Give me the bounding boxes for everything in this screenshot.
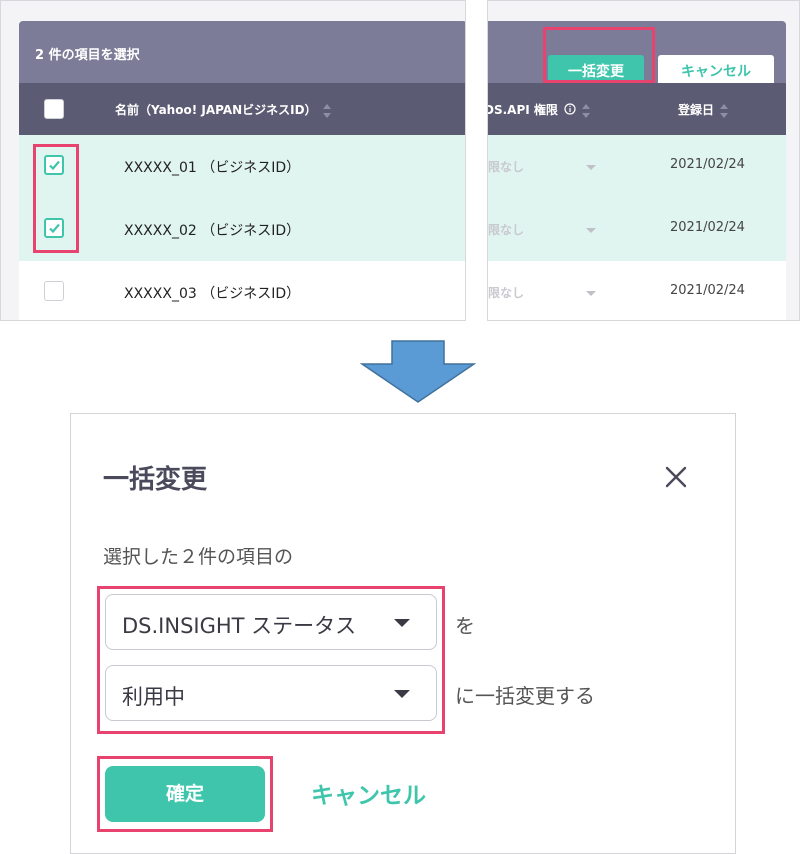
registered-date: 2021/02/24	[670, 283, 745, 298]
table-row[interactable]: 限なし 2021/02/24	[488, 135, 786, 198]
column-header-name[interactable]: 名前（Yahoo! JAPANビジネスID）	[115, 101, 331, 118]
table-row[interactable]: 限なし 2021/02/24	[488, 261, 786, 320]
permission-select[interactable]: 限なし	[488, 284, 524, 301]
table-row[interactable]: XXXXX_02 （ビジネスID）	[19, 198, 465, 261]
checkbox-highlight	[33, 144, 79, 253]
table-row[interactable]: XXXXX_01 （ビジネスID）	[19, 135, 465, 198]
close-icon[interactable]	[665, 466, 687, 488]
selects-highlight	[97, 586, 445, 734]
value-suffix: に一括変更する	[455, 684, 595, 708]
table-header: 名前（Yahoo! JAPANビジネスID）	[19, 83, 465, 135]
column-header-registered[interactable]: 登録日	[678, 101, 729, 118]
registered-date: 2021/02/24	[670, 157, 745, 172]
bulk-change-dialog: 一括変更 選択した２件の項目の DS.INSIGHT ステータス を 利用中 に…	[70, 413, 736, 854]
dialog-title: 一括変更	[103, 465, 208, 495]
column-header-api[interactable]: DS.API 権限	[487, 101, 591, 118]
arrow-down-icon	[360, 340, 476, 403]
permission-select[interactable]: 限なし	[488, 221, 524, 238]
registered-date: 2021/02/24	[670, 220, 745, 235]
chevron-down-icon[interactable]	[586, 228, 596, 233]
row-name: XXXXX_03 （ビジネスID）	[124, 286, 301, 302]
sort-icon[interactable]	[582, 103, 591, 118]
dialog-intro: 選択した２件の項目の	[103, 546, 294, 568]
select-all-checkbox[interactable]	[44, 99, 64, 119]
confirm-highlight	[97, 756, 273, 832]
chevron-down-icon[interactable]	[586, 291, 596, 296]
table-panel-left: 2 件の項目を選択 名前（Yahoo! JAPANビジネスID） XXXXX_0…	[0, 0, 466, 321]
permission-select[interactable]: 限なし	[488, 158, 524, 175]
table-panel-right: 一括変更 キャンセル DS.API 権限 登録日 限なし 2021/02/24 …	[487, 0, 800, 321]
sort-icon[interactable]	[322, 103, 331, 118]
row-name: XXXXX_01 （ビジネスID）	[124, 160, 301, 176]
field-suffix: を	[455, 614, 475, 638]
sort-icon[interactable]	[720, 103, 729, 118]
column-header-api-label: DS.API 権限	[487, 103, 558, 117]
selection-summary: 2 件の項目を選択	[35, 48, 140, 63]
table-row[interactable]: 限なし 2021/02/24	[488, 198, 786, 261]
info-icon[interactable]	[564, 103, 576, 115]
table-header: DS.API 権限 登録日	[488, 83, 786, 135]
dialog-cancel-button[interactable]: キャンセル	[311, 776, 426, 810]
chevron-down-icon[interactable]	[586, 165, 596, 170]
row-checkbox[interactable]	[44, 281, 64, 301]
table-row[interactable]: XXXXX_03 （ビジネスID）	[19, 261, 465, 320]
column-header-registered-label: 登録日	[678, 103, 715, 117]
selection-bar: 2 件の項目を選択	[19, 21, 465, 83]
bulk-change-highlight	[543, 27, 655, 83]
column-header-name-label: 名前（Yahoo! JAPANビジネスID）	[115, 103, 317, 117]
row-name: XXXXX_02 （ビジネスID）	[124, 223, 301, 239]
